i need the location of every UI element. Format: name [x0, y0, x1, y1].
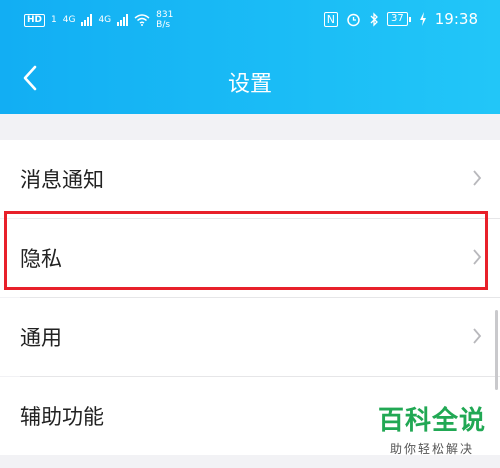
- status-bar: HD 1 4G 4G 831 B/s N 37 19:38: [0, 0, 500, 44]
- settings-item-general[interactable]: 通用: [0, 298, 500, 376]
- nav-bar: 设置: [0, 44, 500, 114]
- chevron-right-icon: [473, 249, 482, 265]
- bluetooth-icon: [370, 11, 378, 27]
- signal-1-icon: [81, 14, 93, 26]
- network-speed: 831 B/s: [156, 10, 173, 30]
- charging-icon: [419, 12, 426, 26]
- settings-item-notifications[interactable]: 消息通知: [0, 140, 500, 218]
- battery-icon: 37: [387, 12, 411, 26]
- signal-2-label: 4G: [98, 15, 112, 25]
- settings-item-label: 消息通知: [20, 168, 104, 192]
- network-speed-value: 831: [156, 10, 174, 20]
- network-speed-unit: B/s: [156, 20, 171, 30]
- nfc-icon: N: [323, 11, 339, 27]
- status-left-group: HD 1 4G 4G 831 B/s: [24, 10, 173, 30]
- page-title: 设置: [227, 72, 272, 97]
- scrollbar[interactable]: [495, 310, 498, 390]
- alarm-icon: [347, 13, 360, 26]
- watermark-subtitle: 助你轻松解决: [389, 442, 474, 456]
- settings-item-label: 隐私: [20, 247, 62, 271]
- signal-2-icon: [117, 14, 129, 26]
- wifi-icon: [134, 14, 150, 26]
- settings-item-label: 辅助功能: [20, 405, 104, 429]
- status-right-group: N 37 19:38: [323, 10, 478, 28]
- app-header: HD 1 4G 4G 831 B/s N 37 19:38 设置: [0, 0, 500, 114]
- watermark-title: 百科全说: [377, 406, 486, 436]
- settings-item-label: 通用: [20, 326, 62, 350]
- hd-badge-suffix: 1: [51, 15, 57, 25]
- chevron-right-icon: [473, 170, 482, 186]
- battery-level: 37: [387, 12, 408, 26]
- hd-badge: HD: [24, 13, 46, 27]
- chevron-right-icon: [473, 328, 482, 344]
- settings-item-privacy[interactable]: 隐私: [0, 219, 500, 297]
- watermark-logo: 百科全说 助你轻松解决: [378, 406, 486, 457]
- status-time: 19:38: [434, 10, 478, 28]
- signal-1-label: 4G: [62, 15, 76, 25]
